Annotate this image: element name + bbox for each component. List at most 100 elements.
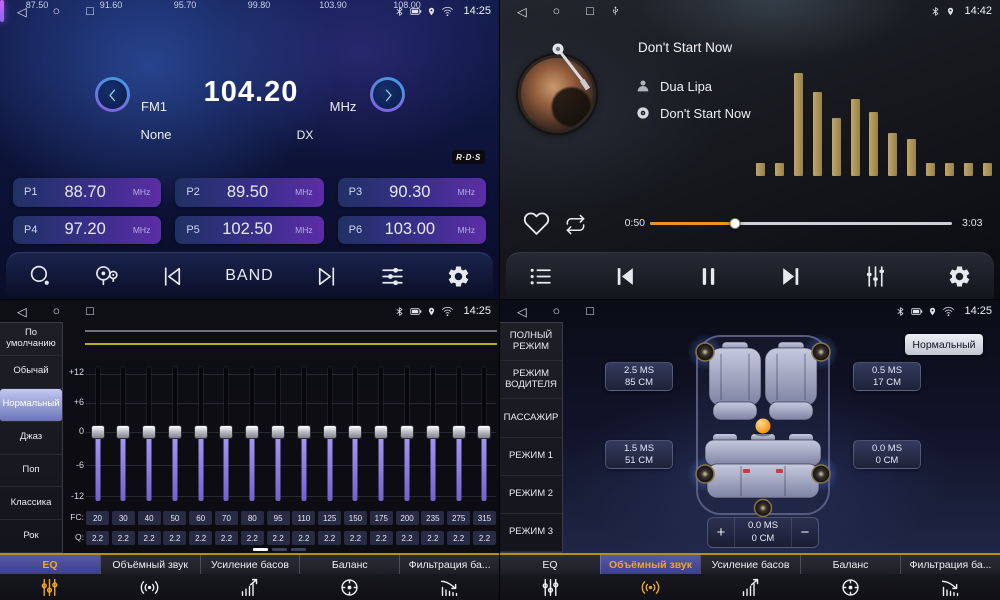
nav-back-icon[interactable]: ◁ [517,4,527,19]
eq-band-slider[interactable] [318,361,341,507]
slider-thumb[interactable] [323,425,337,439]
front-right-delay-button[interactable]: 0.5 MS 17 CM [853,362,921,391]
page-dot[interactable] [291,548,306,551]
listening-mode-item[interactable]: РЕЖИМ 3 [500,514,562,552]
tab-filter[interactable]: Фильтрация ба... [399,555,499,600]
tab-eq[interactable]: EQ [500,555,600,600]
slider-thumb[interactable] [116,425,130,439]
seek-down-button[interactable] [95,77,130,112]
nav-recents-icon[interactable]: □ [586,4,594,18]
eq-band-slider[interactable] [292,361,315,507]
nav-recents-icon[interactable]: □ [86,304,94,318]
tab-bass-boost[interactable]: Усиление басов [700,555,800,600]
slider-thumb[interactable] [400,425,414,439]
eq-preset-item[interactable]: Обычай [0,356,62,389]
audio-sliders-icon[interactable] [863,264,888,289]
front-left-delay-button[interactable]: 2.5 MS 85 CM [605,362,673,391]
listening-mode-item[interactable]: РЕЖИМ ВОДИТЕЛЯ [500,361,562,399]
nav-back-icon[interactable]: ◁ [517,304,527,319]
eq-band-slider[interactable] [138,361,161,507]
tab-surround-sound[interactable]: Объёмный звук [100,555,200,600]
broadcast-icon[interactable] [94,264,119,289]
radio-preset-button[interactable]: P3 90.30 MHz [338,178,486,207]
slider-thumb[interactable] [348,425,362,439]
eq-preset-item[interactable]: Нормальный [0,389,62,422]
next-station-icon[interactable] [314,264,339,289]
nav-back-icon[interactable]: ◁ [17,304,27,319]
slider-thumb[interactable] [271,425,285,439]
settings-gear-icon[interactable] [446,264,471,289]
radio-preset-button[interactable]: P5 102.50 MHz [175,216,323,245]
rear-right-delay-button[interactable]: 0.0 MS 0 CM [853,440,921,469]
radio-preset-button[interactable]: P6 103.00 MHz [338,216,486,245]
slider-thumb[interactable] [168,425,182,439]
tab-surround-sound[interactable]: Объёмный звук [600,555,700,600]
eq-band-slider[interactable] [189,361,212,507]
eq-band-slider[interactable] [396,361,419,507]
page-dot[interactable] [272,548,287,551]
listening-position-marker[interactable] [756,419,771,434]
settings-gear-icon[interactable] [947,264,972,289]
page-dot-active[interactable] [253,548,268,551]
listening-mode-item[interactable]: ПАССАЖИР [500,399,562,437]
eq-preset-item[interactable]: Джаз [0,422,62,455]
scan-icon[interactable] [28,264,53,289]
eq-preset-item[interactable]: Поп [0,455,62,488]
band-button[interactable]: BAND [225,267,273,285]
slider-thumb[interactable] [477,425,491,439]
slider-thumb[interactable] [374,425,388,439]
slider-thumb[interactable] [219,425,233,439]
progress-thumb[interactable] [729,218,740,229]
listening-mode-item[interactable]: РЕЖИМ 1 [500,438,562,476]
playlist-icon[interactable] [528,264,553,289]
eq-band-slider[interactable] [241,361,264,507]
previous-track-icon[interactable] [612,264,637,289]
eq-band-slider[interactable] [370,361,393,507]
slider-thumb[interactable] [426,425,440,439]
tab-bass-boost[interactable]: Усиление басов [200,555,300,600]
slider-thumb[interactable] [297,425,311,439]
nav-home-icon[interactable]: ○ [53,304,61,318]
rear-left-delay-button[interactable]: 1.5 MS 51 CM [605,440,673,469]
tab-balance[interactable]: Баланс [800,555,900,600]
nav-recents-icon[interactable]: □ [586,304,594,318]
listening-mode-item[interactable]: РЕЖИМ 2 [500,476,562,514]
band-page-indicator[interactable] [253,548,306,551]
decrease-button[interactable]: − [792,518,818,547]
seek-up-button[interactable] [370,77,405,112]
next-track-icon[interactable] [779,264,804,289]
eq-band-slider[interactable] [112,361,135,507]
tab-eq[interactable]: EQ [0,555,100,600]
nav-home-icon[interactable]: ○ [553,304,561,318]
eq-band-slider[interactable] [344,361,367,507]
eq-band-slider[interactable] [215,361,238,507]
increase-button[interactable]: + [708,518,734,547]
eq-band-slider[interactable] [267,361,290,507]
eq-preset-item[interactable]: По умолчанию [0,323,62,356]
radio-preset-button[interactable]: P2 89.50 MHz [175,178,323,207]
eq-preset-item[interactable]: Классика [0,487,62,520]
radio-preset-button[interactable]: P1 88.70 MHz [13,178,161,207]
nav-recents-icon[interactable]: □ [86,4,94,18]
nav-back-icon[interactable]: ◁ [17,4,27,19]
sound-profile-button[interactable]: Нормальный [905,334,983,355]
progress-slider[interactable] [650,222,952,225]
slider-thumb[interactable] [194,425,208,439]
pause-icon[interactable] [696,264,721,289]
listening-mode-item[interactable]: ПОЛНЫЙ РЕЖИМ [500,323,562,361]
slider-thumb[interactable] [452,425,466,439]
eq-band-slider[interactable] [473,361,496,507]
tab-balance[interactable]: Баланс [299,555,399,600]
slider-thumb[interactable] [142,425,156,439]
radio-preset-button[interactable]: P4 97.20 MHz [13,216,161,245]
nav-home-icon[interactable]: ○ [553,4,561,18]
eq-band-slider[interactable] [421,361,444,507]
album-art[interactable] [518,55,596,133]
eq-band-slider[interactable] [163,361,186,507]
tab-filter[interactable]: Фильтрация ба... [900,555,1000,600]
previous-station-icon[interactable] [160,264,185,289]
eq-band-slider[interactable] [86,361,109,507]
slider-thumb[interactable] [91,425,105,439]
equalizer-icon[interactable] [380,264,405,289]
eq-preset-item[interactable]: Рок [0,520,62,553]
